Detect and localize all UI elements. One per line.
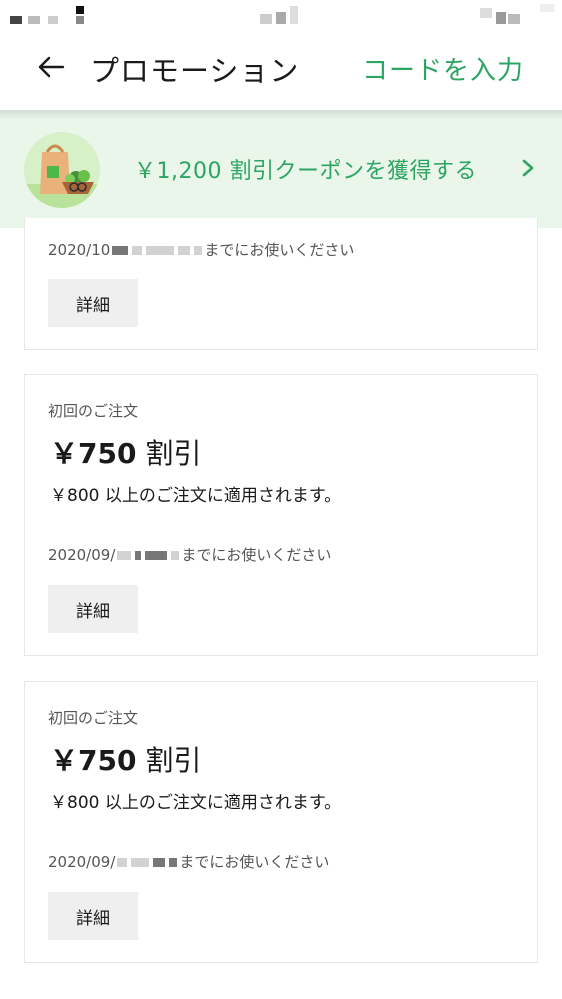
banner-shadow: [0, 110, 562, 120]
coupon-card: 初回のご注文 ￥750 割引 ￥800 以上のご注文に適用されます。 2020/…: [24, 374, 538, 656]
chevron-right-icon[interactable]: [518, 156, 538, 180]
coupon-label: 初回のご注文: [48, 709, 139, 727]
details-button[interactable]: 詳細: [48, 892, 138, 940]
promo-banner-text[interactable]: ￥1,200 割引クーポンを獲得する: [134, 153, 477, 185]
page-title: プロモーション: [90, 54, 300, 88]
grocery-bag-illustration: [24, 132, 100, 208]
arrow-left-icon: [38, 56, 65, 78]
coupon-label: 初回のご注文: [48, 402, 139, 420]
details-button[interactable]: 詳細: [48, 279, 138, 327]
coupon-card: 初回のご注文 ￥750 割引 ￥800 以上のご注文に適用されます。 2020/…: [24, 681, 538, 963]
coupon-expiry: 2020/09/までにお使いください: [48, 853, 330, 871]
coupon-card: 2020/10 までにお使いください 詳細: [24, 218, 538, 350]
back-button[interactable]: [34, 50, 68, 84]
coupon-amount: ￥750 割引: [50, 744, 202, 777]
header: プロモーション コードを入力: [0, 28, 562, 110]
status-bar: [0, 0, 562, 28]
enter-code-link[interactable]: コードを入力: [362, 50, 524, 87]
coupon-amount: ￥750 割引: [50, 437, 202, 470]
coupon-expiry: 2020/09/までにお使いください: [48, 546, 332, 564]
coupon-expiry: 2020/10 までにお使いください: [48, 241, 355, 259]
coupon-condition: ￥800 以上のご注文に適用されます。: [50, 793, 342, 813]
details-button[interactable]: 詳細: [48, 585, 138, 633]
coupon-condition: ￥800 以上のご注文に適用されます。: [50, 486, 342, 506]
